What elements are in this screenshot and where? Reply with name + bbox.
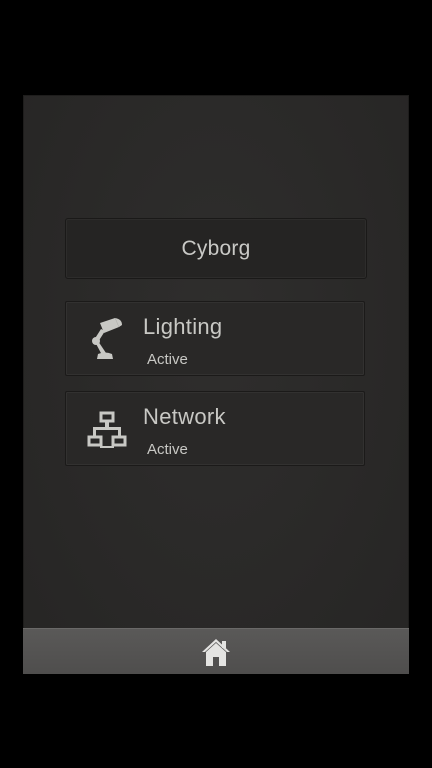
desk-lamp-icon [92, 318, 122, 359]
bottom-bar [23, 628, 409, 674]
device-status: Active [147, 351, 188, 368]
device-status: Active [147, 441, 188, 458]
device-card-network[interactable]: Network Active [65, 391, 365, 466]
title-panel: Cyborg [65, 218, 367, 279]
page-title: Cyborg [181, 236, 251, 260]
home-icon[interactable] [200, 636, 232, 668]
device-card-lighting[interactable]: Lighting Active [65, 301, 365, 376]
app-screen: Cyborg Lighting Active Network Active [23, 95, 409, 674]
device-name: Lighting [143, 314, 223, 339]
device-name: Network [143, 404, 226, 429]
network-icon [87, 411, 127, 448]
